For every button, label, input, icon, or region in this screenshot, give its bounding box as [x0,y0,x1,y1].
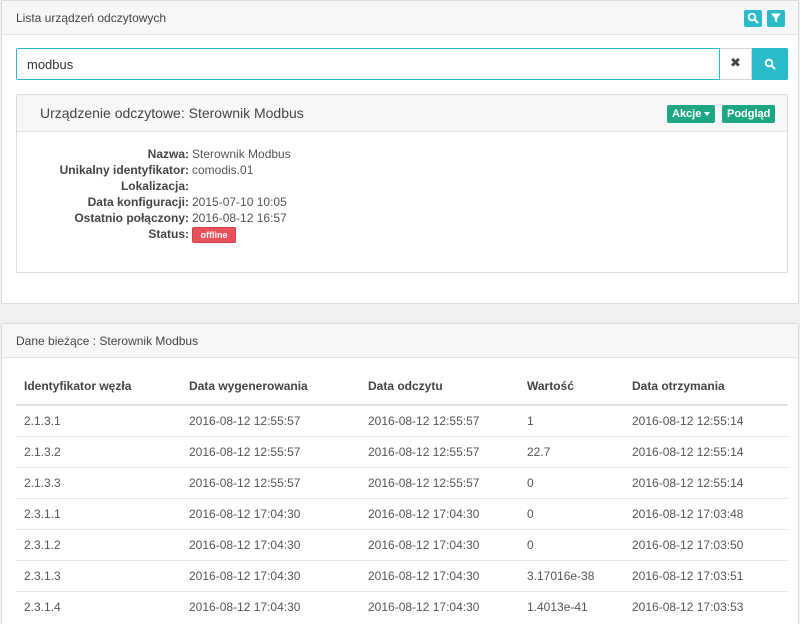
devices-panel: Lista urządzeń odczytowych ✖ Urządzenie … [1,0,799,304]
table-cell: 1.4013e-41 [519,590,624,622]
table-cell: 2016-08-12 12:55:57 [181,404,360,436]
info-row-status: Status: offline [17,227,787,243]
table-cell: 1 [519,404,624,436]
table-cell: 2016-08-12 17:04:30 [181,528,360,560]
table-cell: 2016-08-12 17:04:30 [360,559,519,591]
info-row-location: Lokalizacja: [17,179,787,195]
table-row: 2.3.1.1 2016-08-12 17:04:30 2016-08-12 1… [16,497,788,529]
table-cell: 2016-08-12 12:55:14 [624,404,788,436]
info-row-last-connected: Ostatnio połączony: 2016-08-12 16:57 [17,211,787,227]
info-row-name: Nazwa: Sterownik Modbus [17,147,787,163]
table-cell: 2016-08-12 12:55:14 [624,466,788,498]
column-header[interactable]: Data wygenerowania [181,367,360,406]
table-cell: 2016-08-12 17:04:30 [181,559,360,591]
table-cell: 2016-08-12 17:04:30 [360,528,519,560]
table-cell: 2.3.1.2 [16,528,181,560]
info-row-config-date: Data konfiguracji: 2015-07-10 10:05 [17,195,787,211]
search-icon [747,12,759,24]
table-cell: 2.1.3.1 [16,404,181,436]
status-badge: offline [192,227,236,243]
column-header[interactable]: Wartość [519,367,624,406]
info-label: Status: [148,227,189,241]
device-card-title: Urządzenie odczytowe: Sterownik Modbus [40,105,304,121]
table-cell: 2016-08-12 17:03:48 [624,497,788,529]
device-card: Urządzenie odczytowe: Sterownik Modbus A… [16,94,788,273]
readings-table: Identyfikator węzła Data wygenerowania D… [16,367,788,622]
caret-down-icon [704,112,711,117]
info-value: 2015-07-10 10:05 [192,195,287,209]
table-cell: 2.1.3.3 [16,466,181,498]
actions-dropdown-button[interactable]: Akcje [667,105,716,123]
table-cell: 2.1.3.2 [16,435,181,467]
table-row: 2.1.3.1 2016-08-12 12:55:57 2016-08-12 1… [16,404,788,436]
table-cell: 2.3.1.3 [16,559,181,591]
table-cell: 0 [519,528,624,560]
table-cell: 2016-08-12 12:55:14 [624,435,788,467]
info-label: Unikalny identyfikator: [59,163,189,177]
device-card-header: Urządzenie odczytowe: Sterownik Modbus A… [17,95,787,132]
column-header[interactable]: Data otrzymania [624,367,788,406]
current-data-panel: Dane bieżące : Sterownik Modbus Identyfi… [1,323,799,624]
device-search-input[interactable] [16,48,720,80]
device-info: Nazwa: Sterownik Modbus Unikalny identyf… [17,147,787,243]
filter-icon [771,13,781,23]
table-row: 2.3.1.3 2016-08-12 17:04:30 2016-08-12 1… [16,559,788,591]
info-value: Sterownik Modbus [192,147,291,161]
table-cell: 0 [519,497,624,529]
table-cell: 3.17016e-38 [519,559,624,591]
table-cell: 2016-08-12 17:04:30 [181,497,360,529]
table-cell: 2.3.1.1 [16,497,181,529]
table-cell: 2016-08-12 17:03:51 [624,559,788,591]
table-row: 2.1.3.2 2016-08-12 12:55:57 2016-08-12 1… [16,435,788,467]
table-cell: 2016-08-12 17:03:53 [624,590,788,622]
devices-panel-title: Lista urządzeń odczytowych [16,11,167,25]
info-label: Data konfiguracji: [87,195,189,209]
info-value: comodis.01 [192,163,254,177]
table-row: 2.3.1.4 2016-08-12 17:04:30 2016-08-12 1… [16,590,788,622]
table-cell: 22.7 [519,435,624,467]
search-row: ✖ [16,48,788,80]
table-cell: 2016-08-12 17:03:50 [624,528,788,560]
preview-button[interactable]: Podgląd [722,105,776,123]
table-cell: 2016-08-12 12:55:57 [360,404,519,436]
table-cell: 0 [519,466,624,498]
column-header[interactable]: Data odczytu [360,367,519,406]
current-data-panel-header: Dane bieżące : Sterownik Modbus [2,324,798,358]
table-row: 2.1.3.3 2016-08-12 12:55:57 2016-08-12 1… [16,466,788,498]
devices-panel-header: Lista urządzeń odczytowych [2,1,798,35]
table-cell: 2016-08-12 12:55:57 [360,466,519,498]
actions-label: Akcje [672,108,702,120]
search-button[interactable] [752,48,788,80]
info-label: Ostatnio połączony: [74,211,189,225]
clear-search-button[interactable]: ✖ [720,48,752,80]
table-row: 2.3.1.2 2016-08-12 17:04:30 2016-08-12 1… [16,528,788,560]
table-header-row: Identyfikator węzła Data wygenerowania D… [16,367,788,406]
table-cell: 2016-08-12 12:55:57 [181,466,360,498]
table-cell: 2016-08-12 12:55:57 [181,435,360,467]
search-icon [764,58,776,70]
info-row-uid: Unikalny identyfikator: comodis.01 [17,163,787,179]
table-cell: 2016-08-12 17:04:30 [360,497,519,529]
info-label: Lokalizacja: [120,179,189,193]
table-cell: 2.3.1.4 [16,590,181,622]
table-cell: 2016-08-12 17:04:30 [360,590,519,622]
info-value: 2016-08-12 16:57 [192,211,287,225]
info-label: Nazwa: [147,147,189,161]
header-filter-button[interactable] [767,10,785,27]
column-header[interactable]: Identyfikator węzła [16,367,181,406]
current-data-panel-title: Dane bieżące : Sterownik Modbus [16,334,199,348]
table-cell: 2016-08-12 12:55:57 [360,435,519,467]
table-cell: 2016-08-12 17:04:30 [181,590,360,622]
header-search-button[interactable] [744,10,762,27]
